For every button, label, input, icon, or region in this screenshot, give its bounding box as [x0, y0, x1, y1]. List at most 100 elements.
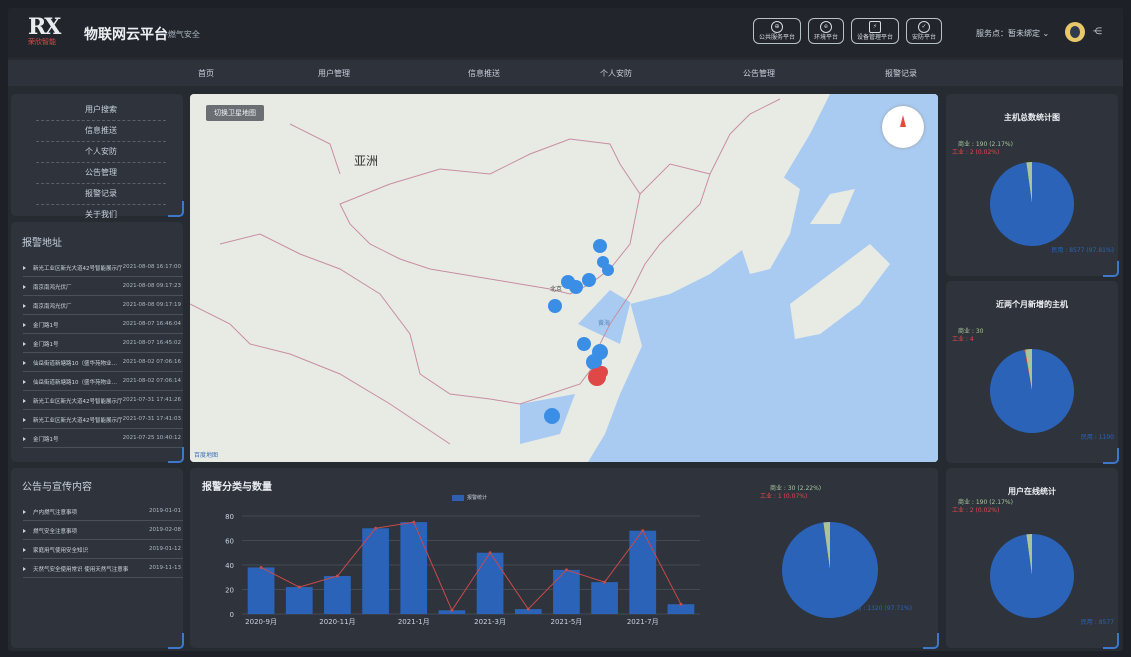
pie-label: 商业 : 190 (2.17%)	[958, 498, 1013, 506]
list-item[interactable]: 南京南鸿光伏厂 2021-08-08 09:17:19	[23, 298, 183, 315]
list-item[interactable]: 南京南鸿光伏厂 2021-08-08 09:17:23	[23, 279, 183, 296]
list-item[interactable]: 家庭用气使用安全知识 2019-01-12	[23, 542, 183, 559]
x-tick-label: 2021-5月	[551, 618, 583, 626]
bullet-icon	[23, 437, 26, 441]
pie-chart-online: 商业 : 190 (2.17%)工业 : 2 (0.02%) 民用 : 8577	[952, 498, 1114, 626]
notice-time: 2019-01-12	[149, 546, 181, 552]
pie-label: 商业 : 30 (2.22%)	[770, 484, 821, 492]
panel-corner	[168, 201, 184, 217]
list-item[interactable]: 新光工业区新光大道42号智能展示厅 2021-08-08 16:17:00	[23, 260, 183, 277]
share-icon[interactable]: ⋲	[1093, 27, 1102, 37]
list-item[interactable]: 仙岳街道新塘路10（盛华苑物业… 2021-08-02 07:06:14	[23, 374, 183, 391]
shield-icon: ✓	[918, 20, 931, 33]
x-tick-label: 2021-3月	[474, 618, 506, 626]
list-item[interactable]: 户内燃气注意事项 2019-01-01	[23, 504, 183, 521]
nav-user-management[interactable]: 用户管理	[318, 68, 350, 79]
bar	[247, 567, 275, 614]
satellite-toggle-button[interactable]: 切换卫星地图	[206, 105, 264, 121]
logo-subtext: 荣欣智能	[28, 38, 56, 46]
top-bar: RX 荣欣智能 物联网云平台 -燃气安全 ⊕ 公共服务平台 e 环境平台 ⚡ 设备管理…	[8, 8, 1123, 58]
list-item[interactable]: 金门路1号 2021-08-07 16:45:02	[23, 336, 183, 353]
notice-time: 2019-11-13	[149, 565, 181, 571]
bullet-icon	[23, 418, 26, 422]
pie-chart-new: 商业 : 30工业 : 4 民用 : 1100	[952, 327, 1114, 441]
y-tick-label: 60	[225, 538, 234, 546]
pie-chart-total: 商业 : 190 (2.17%)工业 : 2 (0.02%) 民用 : 8577 …	[952, 140, 1114, 254]
panel-corner	[923, 633, 939, 649]
sidebar-menu: 用户搜索 信息推送 个人安防 公告管理 报警记录 关于我们	[11, 94, 184, 219]
line-point	[603, 580, 607, 584]
bullet-icon	[23, 342, 26, 346]
nav-home[interactable]: 首页	[198, 68, 214, 79]
service-point-dropdown[interactable]: 服务点：暂未绑定 ⌄	[976, 28, 1049, 39]
alarm-time: 2021-08-08 09:17:19	[122, 302, 181, 308]
sidebar-item-info-push[interactable]: 信息推送	[36, 121, 166, 142]
avatar[interactable]	[1065, 22, 1085, 42]
list-item[interactable]: 金门路1号 2021-08-07 16:46:04	[23, 317, 183, 334]
y-tick-label: 0	[230, 611, 234, 619]
message-icon: e	[820, 20, 833, 33]
alarm-time: 2021-08-02 07:06:16	[122, 359, 181, 365]
list-item[interactable]: 燃气安全注意事项 2019-02-08	[23, 523, 183, 540]
map-view[interactable]: 切换卫星地图 亚洲 北京 黄海 百度地图	[190, 94, 938, 462]
y-tick-label: 80	[225, 513, 234, 521]
nav-info-push[interactable]: 信息推送	[468, 68, 500, 79]
nav-personal-security[interactable]: 个人安防	[600, 68, 632, 79]
nav-announcements[interactable]: 公告管理	[743, 68, 775, 79]
platform-label: 公共服务平台	[759, 33, 796, 41]
sidebar-item-alarm-records[interactable]: 报警记录	[36, 184, 166, 205]
bar	[285, 587, 313, 614]
list-item[interactable]: 金门路1号 2021-07-25 10:40:12	[23, 431, 183, 448]
flash-icon: ⚡	[869, 20, 882, 33]
notice-text: 燃气安全注意事项	[33, 529, 78, 535]
alarm-panel-title: 报警地址	[22, 238, 62, 249]
bullet-icon	[23, 548, 26, 552]
globe-icon: ⊕	[771, 20, 783, 33]
alarm-address: 新光工业区新光大道42号智能展示厅	[33, 418, 123, 424]
list-item[interactable]: 新光工业区新光大道42号智能展示厅 2021-07-31 17:41:26	[23, 393, 183, 410]
bullet-icon	[23, 361, 26, 365]
map-label-asia: 亚洲	[354, 154, 379, 168]
pie-title-total: 主机总数统计图	[1004, 113, 1060, 122]
alarm-time: 2021-07-25 10:40:12	[122, 435, 181, 441]
platform-label: 环境平台	[814, 33, 839, 41]
x-tick-label: 2021-7月	[627, 618, 659, 626]
platform-button-security[interactable]: ✓ 安防平台	[906, 18, 943, 44]
sidebar-item-user-search[interactable]: 用户搜索	[36, 100, 166, 121]
platform-label: 设备管理平台	[857, 33, 894, 41]
nav-alarm-records[interactable]: 报警记录	[885, 68, 917, 79]
line-point	[450, 608, 454, 612]
map-label-beijing: 北京	[550, 286, 563, 293]
main-nav: 首页 用户管理 信息推送 个人安防 公告管理 报警记录	[8, 60, 1123, 86]
alarm-address: 仙岳街道新塘路10（盛华苑物业…	[33, 361, 117, 367]
line-point	[488, 551, 492, 555]
y-tick-label: 40	[225, 562, 234, 570]
sidebar-item-announcements[interactable]: 公告管理	[36, 163, 166, 184]
notice-time: 2019-02-08	[149, 527, 181, 533]
avatar-face	[1070, 26, 1080, 38]
list-item[interactable]: 天然气安全使用常识 使用天然气注意事项 2019-11-13	[23, 561, 183, 578]
bullet-icon	[23, 510, 26, 514]
map-graphic	[190, 94, 938, 462]
alarm-time: 2021-07-31 17:41:03	[122, 416, 181, 422]
panel-corner	[168, 447, 184, 463]
compass-icon[interactable]	[882, 106, 924, 148]
pie-label: 民用 : 1100	[1081, 434, 1114, 441]
platform-button-device[interactable]: ⚡ 设备管理平台	[851, 18, 900, 44]
bar-chart: 0 20 40 60 80 2020-9月 2020-11月 2021-1月 2021-3月 20…	[225, 513, 700, 626]
platform-button-public[interactable]: ⊕ 公共服务平台	[753, 18, 802, 44]
map-label-sea: 黄海	[598, 320, 611, 327]
pie-label: 民用 : 8577	[1081, 619, 1114, 626]
notice-text: 家庭用气使用安全知识	[33, 548, 89, 554]
platform-button-environment[interactable]: e 环境平台	[808, 18, 845, 44]
list-item[interactable]: 新光工业区新光大道42号智能展示厅 2021-07-31 17:41:03	[23, 412, 183, 429]
pie-label: 民用 : 1320 (97.71%)	[849, 605, 912, 612]
panel-corner	[1103, 261, 1119, 277]
compass-needle	[900, 115, 906, 127]
list-item[interactable]: 仙岳街道新塘路10（盛华苑物业… 2021-08-02 07:06:16	[23, 355, 183, 372]
alarm-chart-panel: 报警分类与数量 报警统计 0 20 40 60 80 2020-9月 2020-11月 202…	[190, 468, 939, 649]
sidebar-item-personal-security[interactable]: 个人安防	[36, 142, 166, 163]
pie-title-new: 近两个月新增的主机	[996, 300, 1068, 309]
pie-label: 民用 : 8577 (97.81%)	[1051, 247, 1114, 254]
pie-slice	[782, 522, 878, 618]
